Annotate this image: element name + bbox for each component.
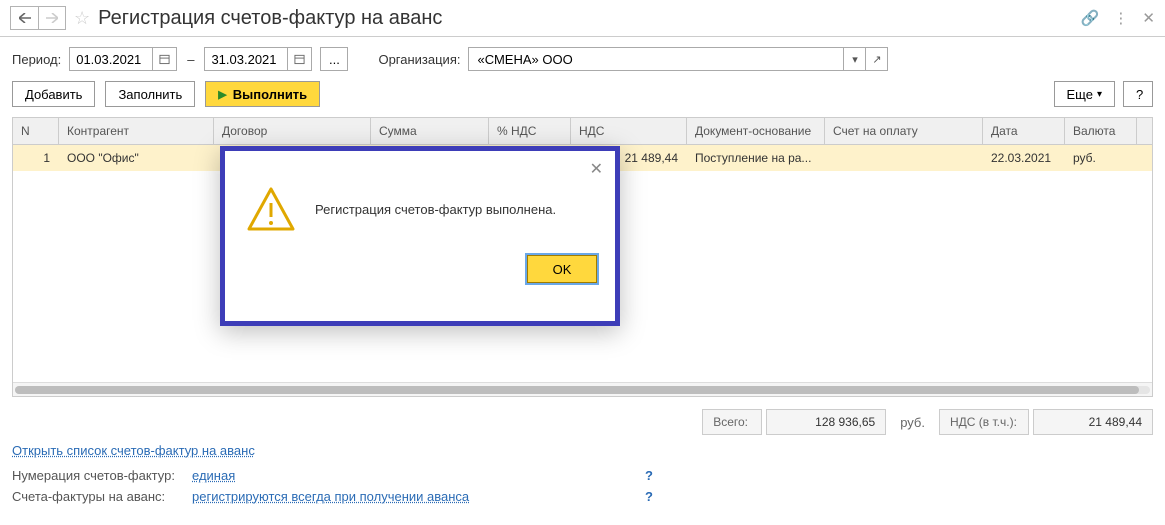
date-to-input[interactable] (205, 48, 287, 70)
close-window-icon[interactable]: ✕ (1142, 9, 1155, 27)
link-icon[interactable]: 🔗 (1081, 9, 1100, 27)
more-label: Еще (1067, 87, 1093, 102)
cell-doc-base: Поступление на ра... (687, 147, 825, 169)
play-icon: ▶ (218, 88, 226, 101)
cell-n: 1 (13, 147, 59, 169)
numbering-help-icon[interactable]: ? (645, 468, 653, 483)
org-dropdown-icon[interactable]: ▾ (843, 48, 865, 70)
fill-button[interactable]: Заполнить (105, 81, 195, 107)
col-doc-base[interactable]: Документ-основание (687, 118, 825, 144)
cell-schet (825, 154, 983, 162)
nav-forward-button[interactable] (38, 6, 66, 30)
add-button[interactable]: Добавить (12, 81, 95, 107)
page-title: Регистрация счетов-фактур на аванс (98, 7, 442, 30)
sf-avans-help-icon[interactable]: ? (645, 489, 653, 504)
window-header: ☆ Регистрация счетов-фактур на аванс 🔗 ⋮… (0, 0, 1165, 37)
chevron-down-icon: ▾ (1097, 89, 1102, 100)
nav-back-button[interactable] (10, 6, 38, 30)
execute-button[interactable]: ▶ Выполнить (205, 81, 320, 107)
col-contragent[interactable]: Контрагент (59, 118, 214, 144)
col-pct-nds[interactable]: % НДС (489, 118, 571, 144)
execute-label: Выполнить (233, 87, 307, 102)
period-label: Период: (12, 52, 61, 67)
calendar-to-icon[interactable] (287, 48, 311, 70)
total-label: Всего: (702, 409, 762, 435)
total-unit: руб. (890, 415, 935, 430)
col-n[interactable]: N (13, 118, 59, 144)
col-schet[interactable]: Счет на оплату (825, 118, 983, 144)
org-open-icon[interactable]: ↗ (865, 48, 887, 70)
org-field[interactable]: ▾ ↗ (468, 47, 888, 71)
date-to-field[interactable] (204, 47, 312, 71)
filter-row: Период: – ... Организация: ▾ ↗ (0, 37, 1165, 81)
footer-settings: Нумерация счетов-фактур: единая ? Счета-… (0, 468, 1165, 516)
calendar-from-icon[interactable] (152, 48, 176, 70)
numbering-link[interactable]: единая (192, 468, 235, 483)
sf-avans-link[interactable]: регистрируются всегда при получении аван… (192, 489, 469, 504)
toolbar: Добавить Заполнить ▶ Выполнить Еще ▾ ? (0, 81, 1165, 117)
dialog-message: Регистрация счетов-фактур выполнена. (315, 202, 556, 217)
cell-date: 22.03.2021 (983, 147, 1065, 169)
nds-label: НДС (в т.ч.): (939, 409, 1029, 435)
col-sum[interactable]: Сумма (371, 118, 489, 144)
col-date[interactable]: Дата (983, 118, 1065, 144)
col-currency[interactable]: Валюта (1065, 118, 1137, 144)
nds-value: 21 489,44 (1033, 409, 1153, 435)
totals-row: Всего: 128 936,65 руб. НДС (в т.ч.): 21 … (0, 403, 1165, 441)
more-button[interactable]: Еще ▾ (1054, 81, 1115, 107)
sf-avans-label: Счета-фактуры на аванс: (12, 489, 192, 504)
col-nds[interactable]: НДС (571, 118, 687, 144)
date-from-input[interactable] (70, 48, 152, 70)
cell-contragent: ООО "Офис" (59, 147, 214, 169)
total-value: 128 936,65 (766, 409, 886, 435)
date-from-field[interactable] (69, 47, 177, 71)
cell-currency: руб. (1065, 147, 1137, 169)
help-button[interactable]: ? (1123, 81, 1153, 107)
footer-link-row: Открыть список счетов-фактур на аванс (0, 441, 1165, 468)
warning-icon (245, 185, 297, 233)
period-dash: – (187, 52, 194, 67)
org-label: Организация: (378, 52, 460, 67)
org-input[interactable] (469, 48, 843, 70)
horizontal-scrollbar[interactable] (13, 382, 1152, 396)
kebab-icon[interactable]: ⋮ (1113, 9, 1128, 27)
col-contract[interactable]: Договор (214, 118, 371, 144)
favorite-icon[interactable]: ☆ (74, 8, 90, 29)
open-sf-list-link[interactable]: Открыть список счетов-фактур на аванс (12, 443, 255, 458)
period-picker-button[interactable]: ... (320, 47, 348, 71)
numbering-label: Нумерация счетов-фактур: (12, 468, 192, 483)
dialog-ok-button[interactable]: OK (527, 255, 597, 283)
table-header: N Контрагент Договор Сумма % НДС НДС Док… (13, 118, 1152, 145)
message-dialog: ✕ Регистрация счетов-фактур выполнена. O… (220, 146, 620, 326)
dialog-close-icon[interactable]: ✕ (590, 159, 603, 179)
